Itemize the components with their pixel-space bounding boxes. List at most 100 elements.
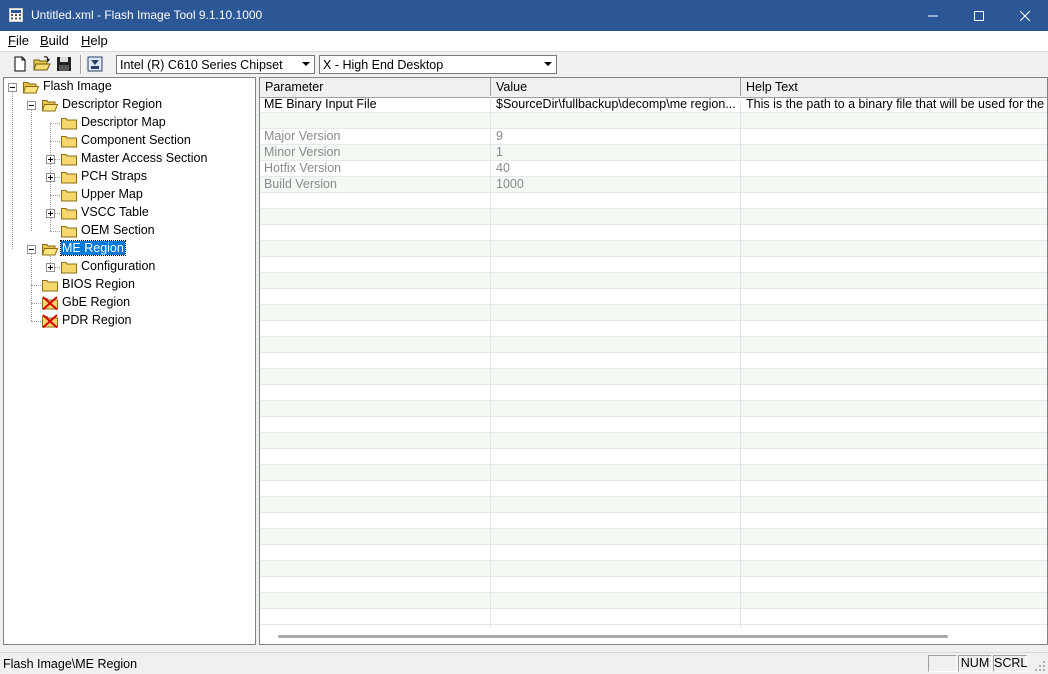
horizontal-scrollbar[interactable] [278,635,948,638]
table-row[interactable] [260,193,1047,209]
menu-build[interactable]: Build [40,33,69,48]
tree-line [31,321,41,322]
table-row[interactable]: Build Version 1000 [260,177,1047,193]
cell-value[interactable]: 1 [496,145,736,160]
tree-line [31,285,41,286]
tree-line [50,195,60,196]
table-row[interactable] [260,209,1047,225]
tree-item-oem-section[interactable]: OEM Section [81,223,155,237]
table-row[interactable] [260,465,1047,481]
tree-item-descriptor-map[interactable]: Descriptor Map [81,115,166,129]
resize-grip-icon[interactable] [1034,660,1046,672]
disabled-region-icon [42,314,58,328]
tree-line [31,249,32,321]
chevron-down-icon [302,62,310,66]
window-title: Untitled.xml - Flash Image Tool 9.1.10.1… [31,8,263,22]
expand-icon[interactable] [46,173,55,182]
tree-item-vscc-table[interactable]: VSCC Table [81,205,149,219]
column-header-value[interactable]: Value [491,78,741,96]
table-row[interactable] [260,225,1047,241]
cell-value[interactable]: 9 [496,129,736,144]
open-folder-icon [42,100,58,112]
table-row[interactable] [260,113,1047,129]
table-row[interactable] [260,289,1047,305]
menu-file[interactable]: File [8,33,29,48]
collapse-icon[interactable] [27,245,36,254]
tree-item-pch-straps[interactable]: PCH Straps [81,169,147,183]
table-row[interactable] [260,609,1047,625]
column-header-help-text[interactable]: Help Text [741,78,1047,96]
tree-item-pdr-region[interactable]: PDR Region [62,313,131,327]
table-row[interactable] [260,305,1047,321]
folder-icon [61,172,77,184]
chipset-select[interactable]: Intel (R) C610 Series Chipset [116,55,315,74]
table-row[interactable] [260,417,1047,433]
table-row[interactable] [260,577,1047,593]
table-row[interactable] [260,353,1047,369]
table-row[interactable] [260,529,1047,545]
table-row[interactable] [260,545,1047,561]
platform-dropdown-button[interactable] [540,56,556,73]
cell-help [746,129,1046,144]
table-row[interactable]: Minor Version 1 [260,145,1047,161]
new-file-icon[interactable] [11,55,29,73]
column-divider [490,97,491,628]
table-row[interactable] [260,369,1047,385]
table-row[interactable] [260,433,1047,449]
menu-help[interactable]: Help [81,33,108,48]
title-bar[interactable]: Untitled.xml - Flash Image Tool 9.1.10.1… [0,0,1048,31]
platform-select[interactable]: X - High End Desktop [319,55,557,74]
save-icon[interactable] [55,55,73,73]
expand-icon[interactable] [46,263,55,272]
tree-item-me-region[interactable]: ME Region [60,240,126,256]
open-folder-icon [42,244,58,256]
tree-line [12,87,13,249]
tree-item-configuration[interactable]: Configuration [81,259,155,273]
cell-value[interactable]: 40 [496,161,736,176]
tree-item-flash-image[interactable]: Flash Image [43,79,112,93]
table-row[interactable] [260,401,1047,417]
table-row[interactable] [260,385,1047,401]
open-folder-icon[interactable] [33,55,51,73]
table-row[interactable] [260,561,1047,577]
column-header-parameter[interactable]: Parameter [260,78,491,96]
table-row[interactable] [260,449,1047,465]
tree-item-descriptor-region[interactable]: Descriptor Region [62,97,162,111]
parameter-grid[interactable]: Parameter Value Help Text ME Binary Inpu… [259,77,1048,645]
status-panel-num: NUM [958,655,992,672]
expand-icon[interactable] [46,209,55,218]
build-image-icon[interactable] [86,55,104,73]
minimize-button[interactable] [910,0,956,31]
table-row[interactable] [260,241,1047,257]
tree-item-upper-map[interactable]: Upper Map [81,187,143,201]
table-row[interactable] [260,273,1047,289]
table-row[interactable]: ME Binary Input File $SourceDir\fullbacku… [260,97,1047,113]
column-divider [740,97,741,628]
table-row[interactable] [260,337,1047,353]
expand-icon[interactable] [46,155,55,164]
cell-parameter: Build Version [264,177,337,191]
cell-value[interactable]: $SourceDir\fullbackup\decomp\me region..… [496,97,736,112]
chipset-dropdown-button[interactable] [298,56,314,73]
table-row[interactable] [260,497,1047,513]
table-row[interactable]: Hotfix Version 40 [260,161,1047,177]
close-button[interactable] [1002,0,1048,31]
collapse-icon[interactable] [27,101,36,110]
table-row[interactable] [260,593,1047,609]
tree-item-component-section[interactable]: Component Section [81,133,191,147]
table-row[interactable]: Major Version 9 [260,129,1047,145]
tree-line [50,123,60,124]
folder-icon [42,280,58,292]
table-row[interactable] [260,513,1047,529]
table-row[interactable] [260,257,1047,273]
cell-value[interactable]: 1000 [496,177,736,192]
maximize-button[interactable] [956,0,1002,31]
tree-item-master-access-section[interactable]: Master Access Section [81,151,207,165]
tree-item-gbe-region[interactable]: GbE Region [62,295,130,309]
cell-parameter: Major Version [264,129,341,143]
region-tree[interactable]: Flash Image Descriptor Region Descriptor… [3,77,256,645]
table-row[interactable] [260,321,1047,337]
collapse-icon[interactable] [8,83,17,92]
tree-item-bios-region[interactable]: BIOS Region [62,277,135,291]
table-row[interactable] [260,481,1047,497]
